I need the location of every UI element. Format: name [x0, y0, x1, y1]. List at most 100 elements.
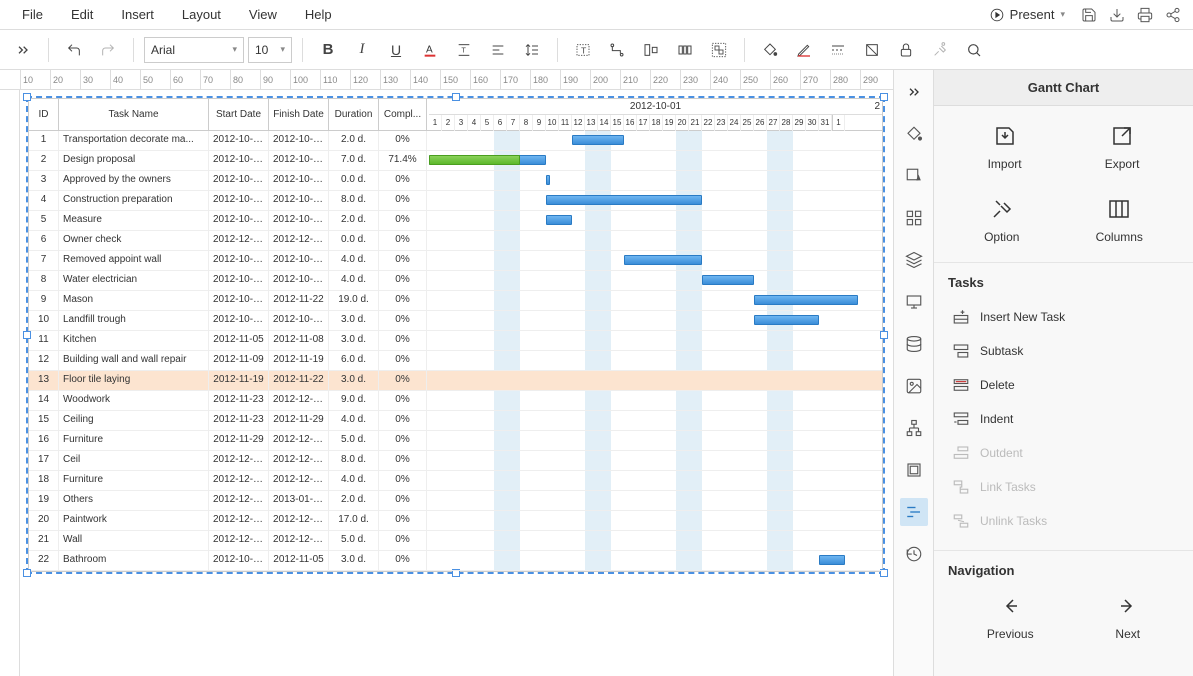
search-button[interactable]: [959, 35, 989, 65]
table-row[interactable]: 5 Measure 2012-10-10 2012-10-12 2.0 d. 0…: [29, 211, 429, 231]
gantt-bar[interactable]: [754, 315, 819, 325]
table-row[interactable]: 20 Paintwork 2012-12-06 2012-12-31 17.0 …: [29, 511, 429, 531]
col-header-completion[interactable]: Compl...: [379, 99, 427, 130]
present-button[interactable]: Present ▾: [982, 3, 1073, 26]
resize-handle-ml[interactable]: [23, 331, 31, 339]
timeline-row[interactable]: [429, 351, 882, 371]
timeline-row[interactable]: [429, 531, 882, 551]
menu-item-layout[interactable]: Layout: [168, 1, 235, 28]
table-row[interactable]: 10 Landfill trough 2012-10-26 2012-10-31…: [29, 311, 429, 331]
delete-task-button[interactable]: Delete: [946, 368, 1181, 402]
timeline-row[interactable]: [429, 191, 882, 211]
timeline-row[interactable]: [429, 551, 882, 571]
fill-panel-button[interactable]: [900, 120, 928, 148]
table-row[interactable]: 3 Approved by the owners 2012-10-10 2012…: [29, 171, 429, 191]
timeline-row[interactable]: [429, 491, 882, 511]
timeline-row[interactable]: [429, 211, 882, 231]
table-row[interactable]: 18 Furniture 2012-12-25 2012-12-31 4.0 d…: [29, 471, 429, 491]
timeline-row[interactable]: [429, 131, 882, 151]
table-row[interactable]: 6 Owner check 2012-12-31 2012-12-31 0.0 …: [29, 231, 429, 251]
menu-item-edit[interactable]: Edit: [57, 1, 107, 28]
share-button[interactable]: [1161, 3, 1185, 27]
expand-strip-button[interactable]: [894, 78, 934, 106]
tools-button[interactable]: [925, 35, 955, 65]
resize-handle-bl[interactable]: [23, 569, 31, 577]
lock-button[interactable]: [891, 35, 921, 65]
table-row[interactable]: 22 Bathroom 2012-10-31 2012-11-05 3.0 d.…: [29, 551, 429, 571]
menu-item-view[interactable]: View: [235, 1, 291, 28]
table-row[interactable]: 14 Woodwork 2012-11-23 2012-12-06 9.0 d.…: [29, 391, 429, 411]
frame-panel-button[interactable]: [900, 456, 928, 484]
timeline-row[interactable]: [429, 291, 882, 311]
timeline-row[interactable]: [429, 151, 882, 171]
gantt-progress-bar[interactable]: [429, 155, 520, 165]
timeline-row[interactable]: [429, 451, 882, 471]
print-button[interactable]: [1133, 3, 1157, 27]
menu-item-insert[interactable]: Insert: [107, 1, 168, 28]
history-panel-button[interactable]: [900, 540, 928, 568]
col-header-duration[interactable]: Duration: [329, 99, 379, 130]
text-align-v-button[interactable]: T: [449, 35, 479, 65]
underline-button[interactable]: U: [381, 35, 411, 65]
timeline-row[interactable]: [429, 231, 882, 251]
timeline-row[interactable]: [429, 511, 882, 531]
presentation-panel-button[interactable]: [900, 288, 928, 316]
gantt-bar[interactable]: [572, 135, 624, 145]
table-row[interactable]: 4 Construction preparation 2012-10-10 20…: [29, 191, 429, 211]
gantt-bar[interactable]: [624, 255, 702, 265]
group-button[interactable]: [704, 35, 734, 65]
option-button[interactable]: Option: [972, 191, 1031, 250]
indent-button[interactable]: Indent: [946, 402, 1181, 436]
menu-item-file[interactable]: File: [8, 1, 57, 28]
table-row[interactable]: 13 Floor tile laying 2012-11-19 2012-11-…: [29, 371, 429, 391]
export-button[interactable]: Export: [1093, 118, 1152, 177]
line-style-button[interactable]: [823, 35, 853, 65]
save-button[interactable]: [1077, 3, 1101, 27]
next-button[interactable]: Next: [1103, 588, 1152, 647]
gantt-selection[interactable]: ID Task Name Start Date Finish Date Dura…: [26, 96, 885, 574]
menu-item-help[interactable]: Help: [291, 1, 346, 28]
timeline-row[interactable]: [429, 171, 882, 191]
table-row[interactable]: 9 Mason 2012-10-26 2012-11-22 19.0 d. 0%: [29, 291, 429, 311]
table-row[interactable]: 21 Wall 2012-12-18 2012-12-25 5.0 d. 0%: [29, 531, 429, 551]
timeline-row[interactable]: [429, 411, 882, 431]
timeline-row[interactable]: [429, 251, 882, 271]
resize-handle-tl[interactable]: [23, 93, 31, 101]
gantt-bar[interactable]: [546, 175, 550, 185]
connector-button[interactable]: [602, 35, 632, 65]
table-row[interactable]: 2 Design proposal 2012-10-01 2012-10-10 …: [29, 151, 429, 171]
font-size-select[interactable]: 10▾: [248, 37, 292, 63]
layers-panel-button[interactable]: [900, 246, 928, 274]
table-row[interactable]: 7 Removed appoint wall 2012-10-16 2012-1…: [29, 251, 429, 271]
font-family-select[interactable]: Arial▾: [144, 37, 244, 63]
table-row[interactable]: 12 Building wall and wall repair 2012-11…: [29, 351, 429, 371]
download-button[interactable]: [1105, 3, 1129, 27]
shape-panel-button[interactable]: [900, 162, 928, 190]
subtask-button[interactable]: Subtask: [946, 334, 1181, 368]
timeline-row[interactable]: [429, 431, 882, 451]
col-header-finish[interactable]: Finish Date: [269, 99, 329, 130]
col-header-name[interactable]: Task Name: [59, 99, 209, 130]
redo-button[interactable]: [93, 35, 123, 65]
columns-button[interactable]: Columns: [1084, 191, 1155, 250]
previous-button[interactable]: Previous: [975, 588, 1046, 647]
data-panel-button[interactable]: [900, 330, 928, 358]
table-row[interactable]: 15 Ceiling 2012-11-23 2012-11-29 4.0 d. …: [29, 411, 429, 431]
distribute-button[interactable]: [670, 35, 700, 65]
table-row[interactable]: 17 Ceil 2012-12-06 2012-12-18 8.0 d. 0%: [29, 451, 429, 471]
timeline-row[interactable]: [429, 471, 882, 491]
text-tool-button[interactable]: T: [568, 35, 598, 65]
canvas[interactable]: 1020304050607080901001101201301401501601…: [0, 70, 893, 676]
timeline-row[interactable]: [429, 271, 882, 291]
font-color-button[interactable]: A: [415, 35, 445, 65]
hierarchy-panel-button[interactable]: [900, 414, 928, 442]
grid-panel-button[interactable]: [900, 204, 928, 232]
image-panel-button[interactable]: [900, 372, 928, 400]
text-align-h-button[interactable]: [483, 35, 513, 65]
table-row[interactable]: 19 Others 2012-12-28 2013-01-01 2.0 d. 0…: [29, 491, 429, 511]
timeline-row[interactable]: [429, 311, 882, 331]
table-row[interactable]: 1 Transportation decorate ma... 2012-10-…: [29, 131, 429, 151]
timeline-row[interactable]: [429, 371, 882, 391]
import-button[interactable]: Import: [976, 118, 1034, 177]
align-button[interactable]: [636, 35, 666, 65]
